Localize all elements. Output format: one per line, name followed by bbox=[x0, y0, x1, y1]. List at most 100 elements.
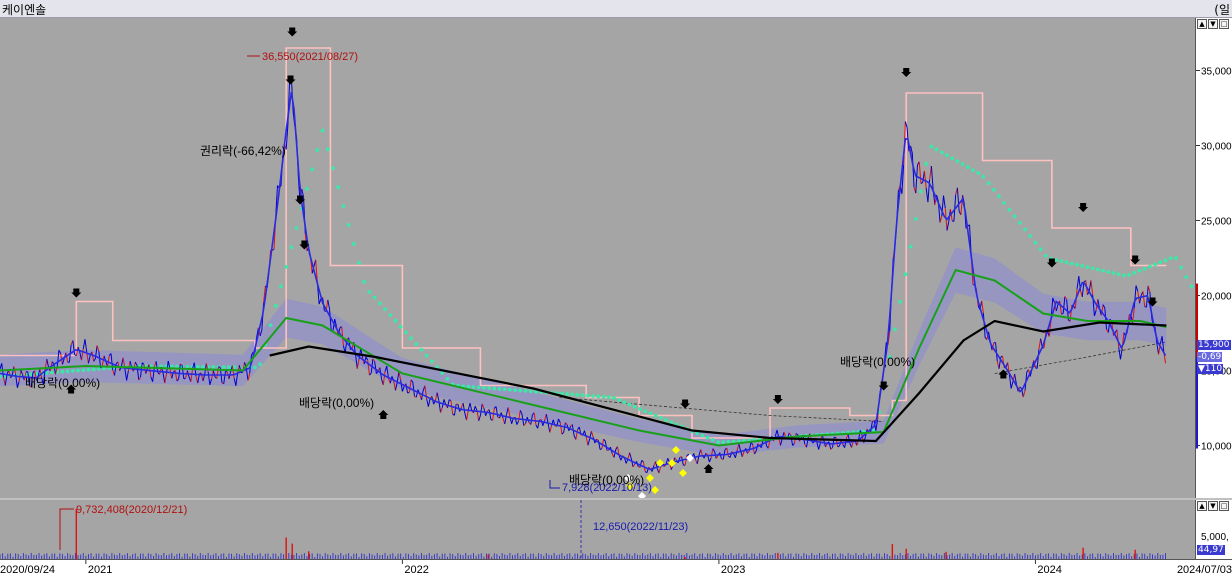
dividend-annotation: 배당락(0,00%) bbox=[569, 473, 644, 487]
dividend-annotation: 배당락(0,00%) bbox=[25, 376, 100, 390]
leading-span-dot bbox=[394, 319, 398, 323]
leading-span-dot bbox=[1023, 228, 1027, 232]
down-arrow-marker bbox=[680, 400, 690, 409]
price-tick-label: 30,000 bbox=[1201, 142, 1232, 153]
leading-span-dot bbox=[1018, 221, 1022, 225]
price-chart-panel[interactable]: 36,550(2021/08/27)7,928(2022/10/13)권리락(-… bbox=[0, 18, 1195, 498]
rights-drop-annotation: 권리락(-66,42%) bbox=[200, 144, 286, 158]
leading-span-dot bbox=[1106, 270, 1110, 274]
leading-span-dot bbox=[612, 396, 616, 400]
leading-span-dot bbox=[955, 159, 959, 163]
price-chart[interactable]: 36,550(2021/08/27)7,928(2022/10/13)권리락(-… bbox=[0, 18, 1195, 498]
leading-span-dot bbox=[1164, 258, 1168, 262]
date-tick-label: 2021 bbox=[88, 564, 112, 576]
price-segment bbox=[588, 439, 590, 445]
price-segment bbox=[931, 166, 933, 189]
price-segment bbox=[957, 188, 959, 211]
leading-span-dot bbox=[76, 369, 80, 373]
leading-span-dot bbox=[477, 385, 481, 389]
down-arrow-marker bbox=[287, 28, 297, 37]
leading-span-dot bbox=[1054, 258, 1058, 262]
price-segment bbox=[831, 448, 833, 450]
price-segment bbox=[709, 458, 711, 462]
leading-span-dot bbox=[92, 367, 96, 371]
price-segment bbox=[328, 300, 330, 309]
leading-span-dot bbox=[607, 395, 611, 399]
leading-span-dot bbox=[1112, 271, 1116, 275]
price-segment bbox=[586, 437, 588, 445]
leading-span-dot bbox=[269, 323, 273, 327]
date-tick-label: 2023 bbox=[721, 564, 745, 576]
leading-span-dot bbox=[716, 440, 720, 444]
leading-span-dot bbox=[513, 388, 517, 392]
leading-span-dot bbox=[1138, 269, 1142, 273]
price-segment bbox=[548, 423, 550, 432]
leading-span-dot bbox=[1044, 254, 1048, 258]
leading-span-dot bbox=[1008, 208, 1012, 212]
leading-span-dot bbox=[1158, 261, 1162, 265]
leading-span-dot bbox=[201, 365, 205, 369]
price-segment bbox=[1157, 344, 1159, 355]
leading-span-dot bbox=[570, 393, 574, 397]
leading-span-dot bbox=[638, 407, 642, 411]
trend-line-right bbox=[995, 342, 1167, 374]
leading-span-dot bbox=[315, 148, 319, 152]
price-segment bbox=[447, 400, 449, 408]
stock-title: 케이엔솔 bbox=[2, 1, 46, 18]
down-arrow-marker bbox=[1078, 203, 1088, 212]
dividend-annotation: 배당락(0,00%) bbox=[840, 355, 915, 369]
price-tick-label: 10,000 bbox=[1201, 442, 1232, 453]
leading-span-dot bbox=[409, 336, 413, 340]
leading-span-dot bbox=[1101, 269, 1105, 273]
leading-span-dot bbox=[898, 300, 902, 304]
dividend-annotation: 배당락(0,00%) bbox=[299, 396, 374, 410]
leading-span-dot bbox=[1080, 264, 1084, 268]
leading-span-dot bbox=[945, 153, 949, 157]
up-arrow-marker bbox=[704, 464, 714, 473]
price-segment bbox=[1091, 280, 1093, 295]
leading-span-dot bbox=[982, 175, 986, 179]
volume-low-annotation: 12,650(2022/11/23) bbox=[593, 521, 688, 533]
volume-axis: ▲ ▼ □ 5,000, 44,97 bbox=[1195, 500, 1232, 559]
volume-tick-label: 5,000, bbox=[1201, 532, 1229, 543]
leading-span-dot bbox=[617, 398, 621, 402]
leading-span-dot bbox=[227, 365, 231, 369]
leading-span-dot bbox=[498, 387, 502, 391]
leading-span-dot bbox=[633, 405, 637, 409]
leading-span-dot bbox=[1174, 256, 1178, 260]
leading-span-dot bbox=[893, 327, 897, 331]
volume-chart-panel[interactable]: 9,732,408(2020/12/21)12,650(2022/11/23) bbox=[0, 500, 1195, 559]
leading-span-dot bbox=[482, 386, 486, 390]
leading-span-dot bbox=[50, 371, 54, 375]
leading-span-dot bbox=[1122, 274, 1126, 278]
leading-span-dot bbox=[378, 302, 382, 306]
price-segment bbox=[947, 222, 949, 231]
leading-span-dot bbox=[1184, 275, 1188, 279]
price-segment bbox=[916, 165, 918, 193]
price-segment bbox=[633, 464, 635, 467]
leading-span-dot bbox=[253, 366, 257, 370]
price-segment bbox=[604, 439, 606, 441]
signal-diamond bbox=[668, 459, 676, 467]
leading-span-dot bbox=[305, 187, 309, 191]
leading-span-dot bbox=[425, 354, 429, 358]
price-segment bbox=[628, 453, 630, 460]
low-leader-line bbox=[550, 480, 560, 488]
leading-span-dot bbox=[727, 440, 731, 444]
price-segment bbox=[550, 426, 552, 433]
volume-chart[interactable]: 9,732,408(2020/12/21)12,650(2022/11/23) bbox=[0, 500, 1195, 559]
leading-span-dot bbox=[446, 377, 450, 381]
price-segment bbox=[668, 458, 670, 462]
down-arrow-marker bbox=[901, 68, 911, 77]
high-annotation: 36,550(2021/08/27) bbox=[262, 51, 358, 63]
leading-span-dot bbox=[492, 387, 496, 391]
price-segment bbox=[467, 410, 469, 420]
leading-span-dot bbox=[701, 434, 705, 438]
price-segment bbox=[682, 457, 684, 465]
leading-span-dot bbox=[1002, 201, 1006, 205]
leading-span-dot bbox=[321, 129, 325, 133]
price-segment bbox=[591, 431, 593, 437]
leading-span-dot bbox=[602, 395, 606, 399]
leading-span-dot bbox=[524, 389, 528, 393]
date-start-label: 2020/09/24 bbox=[0, 564, 55, 576]
